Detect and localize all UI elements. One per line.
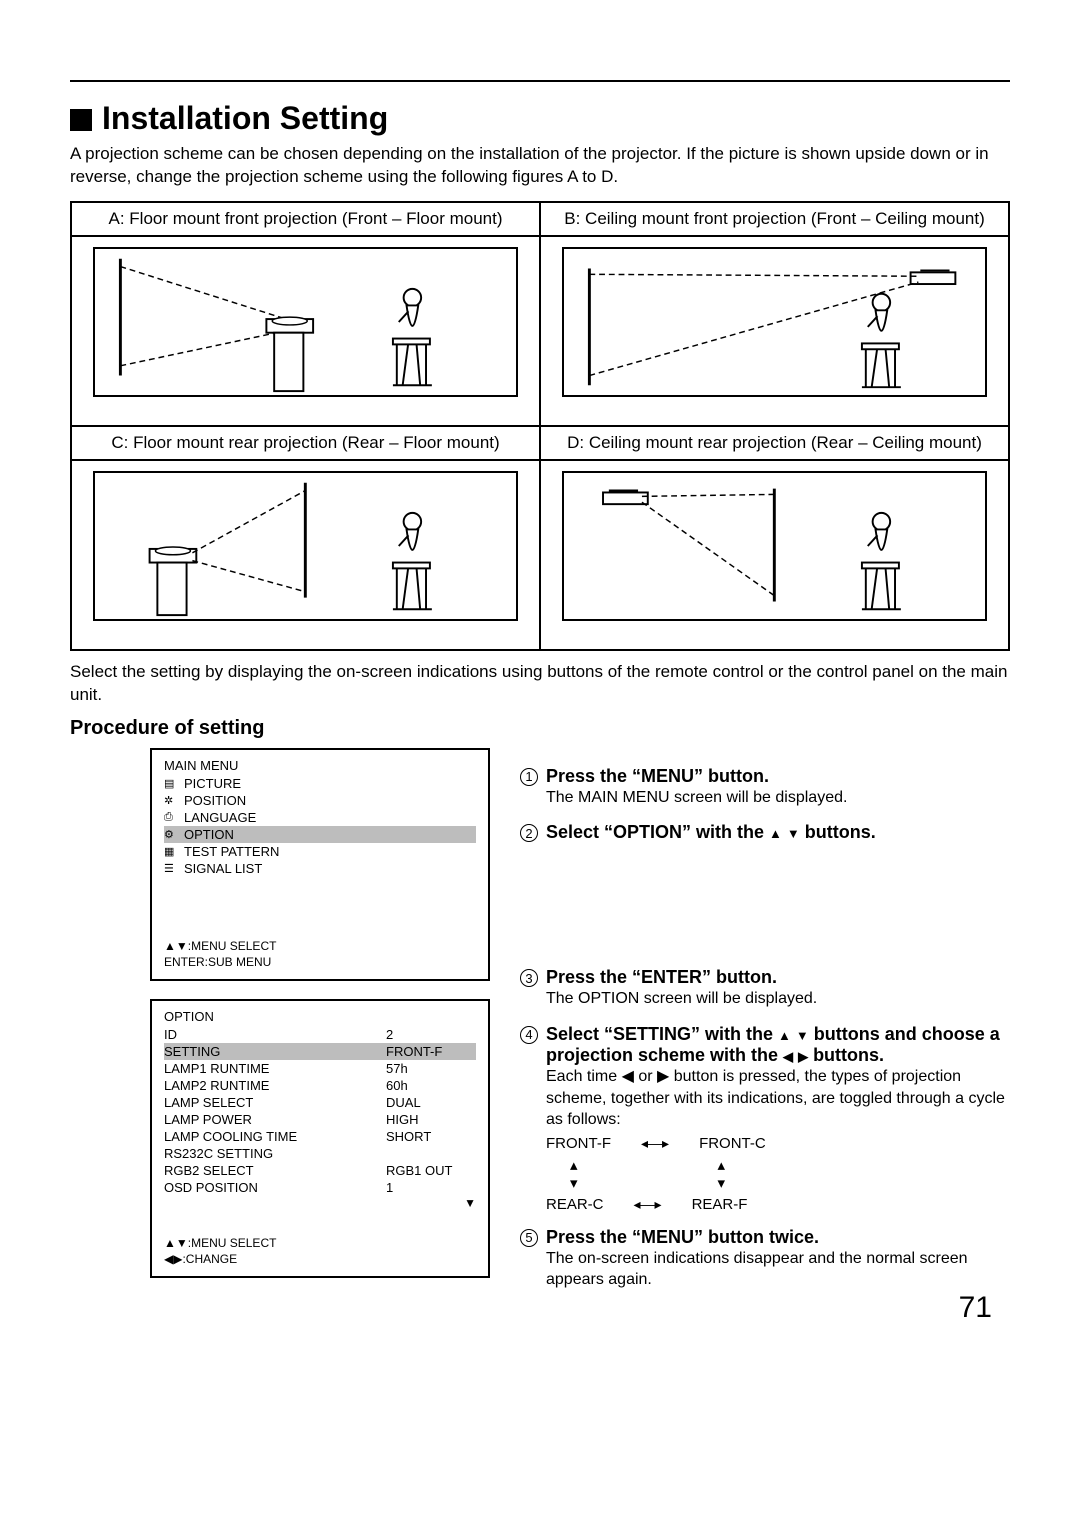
option-row: SETTINGFRONT-F (164, 1043, 476, 1060)
step-1: 1Press the “MENU” button. The MAIN MENU … (520, 766, 1010, 809)
down-triangle-icon (787, 822, 800, 842)
option-row: LAMP1 RUNTIME57h (164, 1060, 476, 1077)
right-triangle-icon (798, 1045, 808, 1065)
scheme-a-label: A: Floor mount front projection (Front –… (71, 202, 540, 236)
main-menu-title: MAIN MENU (164, 758, 476, 773)
option-row: ID2 (164, 1026, 476, 1043)
left-right-arrow-icon: ◂—▸ (634, 1196, 662, 1213)
option-row: LAMP SELECTDUAL (164, 1094, 476, 1111)
menu-item: ▦TEST PATTERN (164, 843, 476, 860)
up-triangle-icon (769, 822, 782, 842)
intro-text: A projection scheme can be chosen depend… (70, 143, 1010, 189)
scheme-d-diagram (562, 471, 987, 621)
menu-item: ⚙OPTION (164, 826, 476, 843)
option-title: OPTION (164, 1009, 476, 1024)
square-bullet-icon (70, 109, 92, 131)
option-row: OSD POSITION1 (164, 1179, 476, 1196)
menu-item-icon: ⎙ (164, 811, 184, 824)
menu-item: ☰SIGNAL LIST (164, 860, 476, 877)
step-3: 3Press the “ENTER” button. The OPTION sc… (520, 967, 1010, 1010)
step-number-icon: 3 (520, 969, 538, 987)
menu-item-icon: ▤ (164, 777, 184, 790)
menu-item-icon: ✲ (164, 794, 184, 807)
scheme-c-label: C: Floor mount rear projection (Rear – F… (71, 426, 540, 460)
select-instruction: Select the setting by displaying the on-… (70, 661, 1010, 707)
option-row: RGB2 SELECTRGB1 OUT (164, 1162, 476, 1179)
step-number-icon: 4 (520, 1026, 538, 1044)
left-triangle-icon (783, 1045, 793, 1065)
option-row: LAMP2 RUNTIME60h (164, 1077, 476, 1094)
step-4: 4 Select “SETTING” with the buttons and … (520, 1024, 1010, 1213)
step-5: 5Press the “MENU” button twice. The on-s… (520, 1227, 1010, 1291)
menu-item-icon: ⚙ (164, 828, 184, 841)
left-right-arrow-icon: ◂—▸ (641, 1135, 669, 1152)
scheme-d-label: D: Ceiling mount rear projection (Rear –… (540, 426, 1009, 460)
scroll-down-icon: ▼ (164, 1196, 476, 1210)
scheme-b-label: B: Ceiling mount front projection (Front… (540, 202, 1009, 236)
step-2: 2 Select “OPTION” with the buttons. (520, 822, 1010, 843)
projection-scheme-table: A: Floor mount front projection (Front –… (70, 201, 1010, 651)
main-menu-foot2: ENTER:SUB MENU (164, 955, 476, 969)
up-triangle-icon (778, 1024, 791, 1044)
page-number: 71 (959, 1291, 992, 1325)
option-osd: OPTION ID2SETTINGFRONT-FLAMP1 RUNTIME57h… (150, 999, 490, 1278)
main-menu-foot1: ▲▼:MENU SELECT (164, 939, 476, 953)
option-row: LAMP POWERHIGH (164, 1111, 476, 1128)
scheme-a-diagram (93, 247, 518, 397)
cycle-diagram: FRONT-F ◂—▸ FRONT-C ▴▾ ▴▾ REAR-C ◂—▸ REA… (546, 1135, 1010, 1213)
up-down-arrow-icon: ▴▾ (570, 1156, 578, 1192)
page-title: Installation Setting (70, 100, 1010, 137)
menu-item-icon: ☰ (164, 862, 184, 875)
option-foot1: ▲▼:MENU SELECT (164, 1236, 476, 1250)
step-number-icon: 2 (520, 824, 538, 842)
step-number-icon: 1 (520, 768, 538, 786)
scheme-b-diagram (562, 247, 987, 397)
option-row: RS232C SETTING (164, 1145, 476, 1162)
menu-item: ⎙LANGUAGE (164, 809, 476, 826)
menu-item: ✲POSITION (164, 792, 476, 809)
up-down-arrow-icon: ▴▾ (718, 1156, 726, 1192)
option-row: LAMP COOLING TIMESHORT (164, 1128, 476, 1145)
menu-item-icon: ▦ (164, 845, 184, 858)
scheme-c-diagram (93, 471, 518, 621)
main-menu-osd: MAIN MENU ▤PICTURE✲POSITION⎙LANGUAGE⚙OPT… (150, 748, 490, 981)
menu-item: ▤PICTURE (164, 775, 476, 792)
down-triangle-icon (796, 1024, 809, 1044)
procedure-heading: Procedure of setting (70, 717, 1010, 740)
step-number-icon: 5 (520, 1229, 538, 1247)
option-foot2: ◀▶:CHANGE (164, 1252, 476, 1266)
